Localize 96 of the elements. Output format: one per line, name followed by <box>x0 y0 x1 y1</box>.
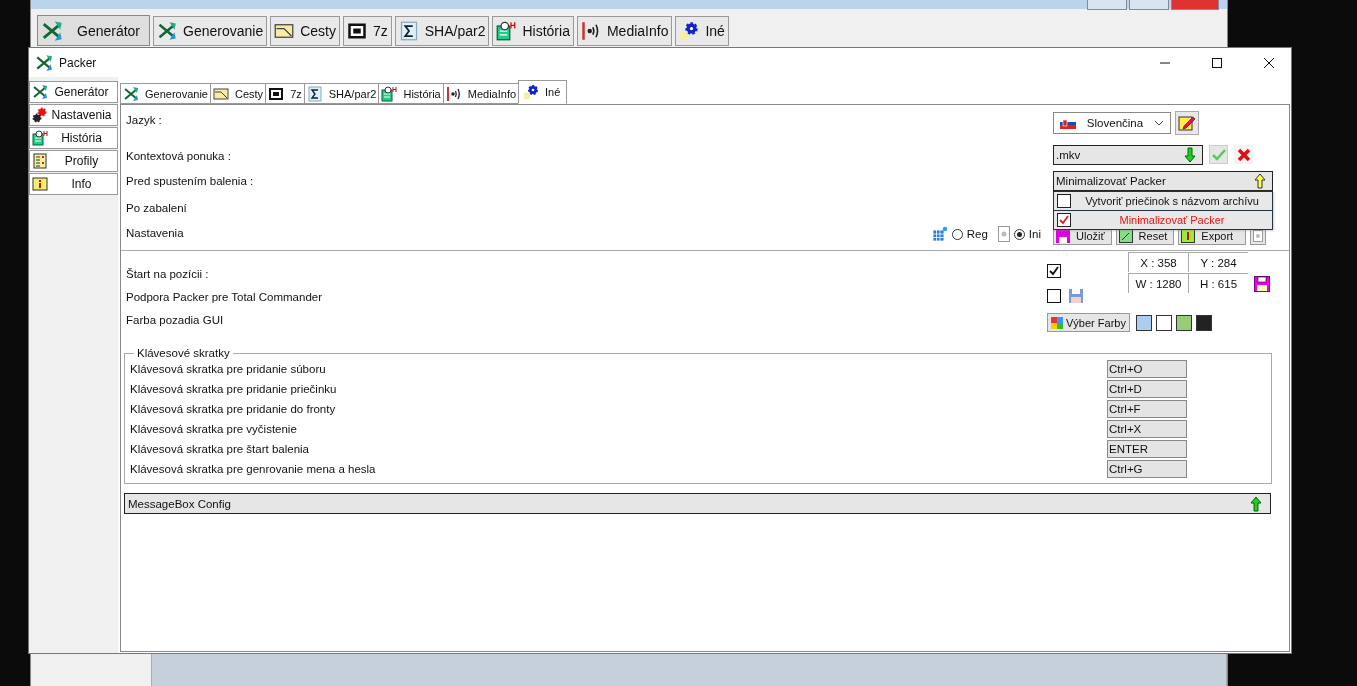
speaker-icon <box>580 21 601 41</box>
info-icon <box>32 176 48 192</box>
crossed-arrows-icon <box>35 53 53 72</box>
coordinate-value: Y : 284 <box>1188 252 1248 272</box>
shortcut-field[interactable]: Ctrl+D <box>1107 380 1187 398</box>
coordinate-value: W : 1280 <box>1128 273 1188 293</box>
arrow-up-icon <box>1254 173 1266 189</box>
group-title: Klávesové skratky <box>136 347 231 359</box>
sidebar-item[interactable]: Generátor <box>29 81 118 103</box>
shortcut-field[interactable]: Ctrl+G <box>1107 460 1187 478</box>
document-icon <box>496 21 517 41</box>
color-swatch[interactable] <box>1135 314 1152 331</box>
grid-icon <box>931 226 948 242</box>
color-swatch[interactable] <box>1155 314 1172 331</box>
tab[interactable]: 7z <box>342 16 392 46</box>
crossed-arrows-icon <box>41 19 63 42</box>
maximize-button[interactable] <box>1211 56 1223 69</box>
field-label: Farba pozadia GUI <box>126 313 225 327</box>
sidebar-item[interactable]: Info <box>29 173 118 195</box>
tab[interactable]: Cesty <box>270 16 340 46</box>
checkbox[interactable] <box>1057 194 1071 208</box>
extension-combo[interactable]: .mkv <box>1053 145 1203 165</box>
shortcut-label: Klávesová skratka pre pridanie do fronty <box>130 403 337 415</box>
dropdown-option[interactable]: Minimalizovať Packer <box>1054 211 1272 229</box>
coordinate-value: X : 358 <box>1128 252 1188 272</box>
field-label: Po zabalení <box>126 201 187 215</box>
chevron-icon <box>1154 120 1164 126</box>
edit-button[interactable] <box>1175 111 1199 135</box>
palette-icon <box>1051 316 1063 329</box>
field-label: Pred spustením balenia : <box>126 174 254 188</box>
crossed-arrows-icon <box>32 84 48 100</box>
window-title: Packer <box>59 55 98 70</box>
color-swatch[interactable] <box>1175 314 1192 331</box>
gear-icon <box>523 84 540 100</box>
shortcut-label: Klávesová skratka pre genrovanie mena a hesla <box>130 463 377 475</box>
archive-icon <box>346 21 367 41</box>
tab[interactable]: Iné <box>675 16 729 46</box>
sidebar-button[interactable]: Generátor <box>37 15 150 46</box>
checkbox[interactable] <box>1047 264 1061 278</box>
sidebar-item[interactable]: Profily <box>29 150 118 172</box>
tab[interactable]: MediaInfo <box>576 16 673 46</box>
tab[interactable]: 7z <box>265 83 305 104</box>
document-icon <box>381 85 398 102</box>
sidebar-item[interactable]: Nastavenia <box>29 104 118 126</box>
crossed-arrows-icon <box>123 85 139 102</box>
shortcut-label: Klávesová skratka pre pridanie priečinku <box>130 383 338 395</box>
coordinate-value: H : 615 <box>1188 273 1248 293</box>
checkbox[interactable] <box>1057 213 1071 227</box>
delete-button[interactable] <box>1234 145 1253 164</box>
sigma-icon <box>398 21 419 41</box>
tab[interactable]: Cesty <box>210 83 267 104</box>
shortcut-field[interactable]: Ctrl+F <box>1107 400 1187 418</box>
checkbox[interactable] <box>1047 289 1061 303</box>
field-label: Štart na pozícii : <box>126 267 210 281</box>
flag-icon <box>1060 117 1076 129</box>
archive-icon <box>268 85 285 102</box>
tab[interactable]: MediaInfo <box>442 83 520 104</box>
shortcut-field[interactable]: Ctrl+O <box>1107 360 1187 378</box>
gear-icon <box>679 21 700 41</box>
document-icon <box>997 226 1010 242</box>
folder-icon <box>274 21 295 41</box>
shortcut-field[interactable]: ENTER <box>1107 440 1187 458</box>
language-dropdown[interactable]: Slovenčina <box>1053 112 1171 134</box>
dropdown-option[interactable]: Vytvoriť priečinok s názvom archívu <box>1054 192 1272 211</box>
field-label: Kontextová ponuka : <box>126 149 231 163</box>
tab[interactable]: História <box>378 83 444 104</box>
color-swatch[interactable] <box>1195 314 1212 331</box>
arrow-up-icon <box>1250 495 1262 512</box>
radio-button[interactable]: Reg <box>951 228 988 240</box>
shortcut-field[interactable]: Ctrl+X <box>1107 420 1187 438</box>
field-label: Podpora Packer pre Total Commander <box>126 290 324 304</box>
folder-icon <box>213 85 229 102</box>
shortcut-label: Klávesová skratka pre štart balenia <box>130 443 310 455</box>
shortcut-label: Klávesová skratka pre vyčistenie <box>130 423 298 435</box>
arrow-down-icon <box>1184 147 1196 163</box>
gears-icon <box>32 107 48 123</box>
action-combo[interactable]: Minimalizovať Packer <box>1053 171 1273 191</box>
close-button[interactable] <box>1263 56 1275 69</box>
field-label: Jazyk : <box>126 113 162 127</box>
document-icon <box>32 130 48 146</box>
sigma-icon <box>306 85 323 102</box>
shortcut-label: Klávesová skratka pre pridanie súboru <box>130 363 327 375</box>
tab[interactable]: Iné <box>518 80 568 104</box>
color-picker-button[interactable]: Výber Farby <box>1047 313 1130 332</box>
field-label: Nastavenia <box>126 226 184 240</box>
tab[interactable]: História <box>492 16 574 46</box>
crossed-arrows-icon <box>157 21 177 41</box>
radio-button[interactable]: Ini <box>1013 228 1041 240</box>
speaker-icon <box>445 85 462 102</box>
tab[interactable]: Generovanie <box>153 16 268 46</box>
sidebar-item[interactable]: História <box>29 127 118 149</box>
tab[interactable]: Generovanie <box>120 83 211 104</box>
tab[interactable]: SHA/par2 <box>303 83 380 104</box>
list-icon <box>32 153 48 169</box>
messagebox-config-bar[interactable]: MessageBox Config <box>124 493 1271 514</box>
tab[interactable]: SHA/par2 <box>394 16 490 46</box>
